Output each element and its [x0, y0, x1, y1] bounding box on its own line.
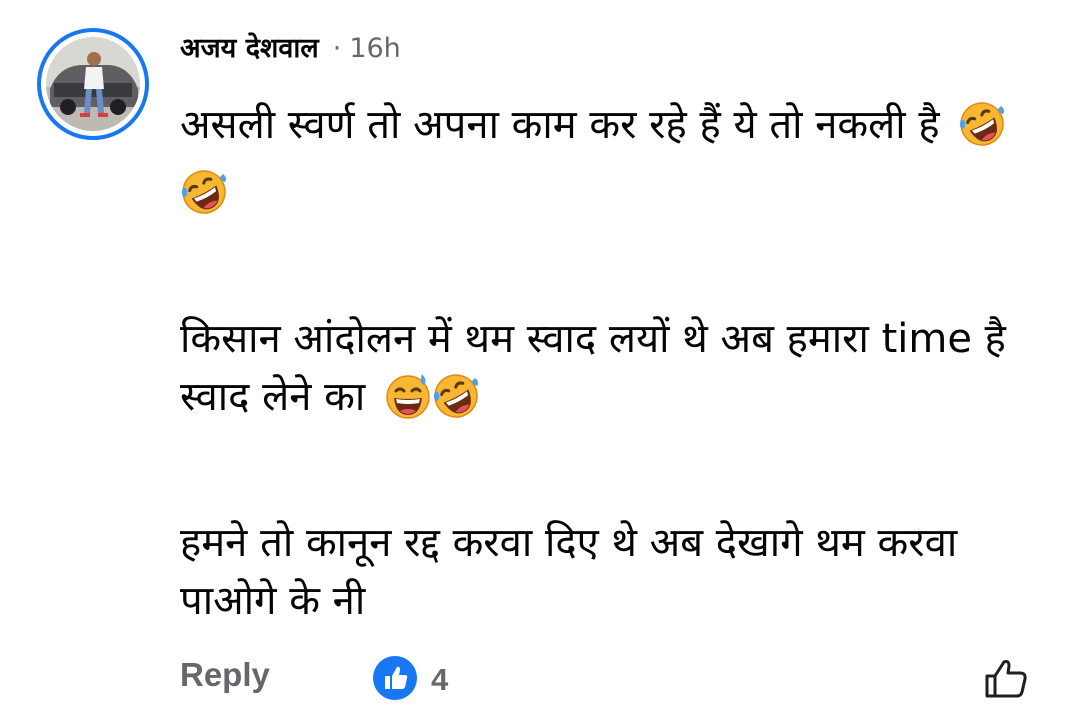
rolling-on-floor-laughing-icon	[958, 100, 1006, 164]
avatar[interactable]	[37, 28, 149, 140]
comment-header: अजय देशवाल · 16h	[180, 28, 401, 65]
comment-paragraph-text: किसान आंदोलन में थम स्वाद लयों थे अब हमा…	[180, 316, 1006, 420]
meta-separator: ·	[332, 33, 342, 64]
thumbs-up-outline-icon	[982, 660, 1030, 706]
like-button[interactable]	[982, 654, 1030, 706]
author-name[interactable]: अजय देशवाल	[180, 28, 319, 65]
comment-paragraph-text: असली स्वर्ण तो अपना काम कर रहे हैं ये तो…	[180, 102, 940, 148]
grinning-sweat-icon	[384, 372, 432, 436]
comment-paragraph: किसान आंदोलन में थम स्वाद लयों थे अब हमा…	[180, 310, 1050, 436]
comment-actions: Reply 4	[180, 652, 1040, 704]
comment-paragraph-text: हमने तो कानून रद्द करवा दिए थे अब देखागे…	[180, 520, 958, 624]
reaction-summary[interactable]: 4	[371, 654, 448, 706]
comment-paragraph: असली स्वर्ण तो अपना काम कर रहे हैं ये तो…	[180, 96, 1050, 232]
comment-timestamp[interactable]: 16h	[349, 33, 400, 64]
reaction-count: 4	[431, 662, 449, 697]
like-reaction-icon	[371, 654, 419, 706]
comment-body: असली स्वर्ण तो अपना काम कर रहे हैं ये तो…	[180, 96, 1050, 630]
rolling-on-floor-laughing-icon	[432, 372, 480, 436]
comment-paragraph: हमने तो कानून रद्द करवा दिए थे अब देखागे…	[180, 514, 1050, 630]
reply-button[interactable]: Reply	[180, 656, 270, 694]
rolling-on-floor-laughing-icon	[180, 168, 228, 232]
avatar-photo	[46, 37, 140, 131]
